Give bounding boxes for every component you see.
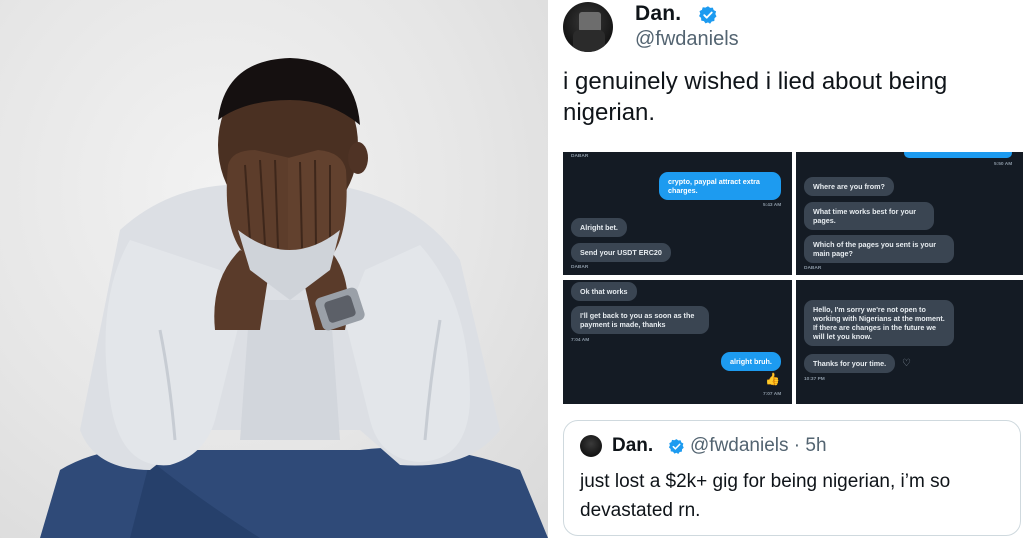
dm-bubble-incoming: Alright bet.: [571, 218, 627, 237]
dm-screenshot-1[interactable]: DABAR crypto, paypal attract extra charg…: [563, 152, 792, 275]
avatar-image: [573, 12, 605, 52]
dm-bubble-incoming: Hello, I'm sorry we're not open to worki…: [804, 300, 954, 346]
dm-label: DABAR: [804, 266, 822, 271]
quoted-author-display-name: Dan.: [612, 435, 654, 456]
dm-screenshot-3[interactable]: Ok that works I'll get back to you as so…: [563, 280, 792, 404]
dm-timestamp: 7:07 AM: [763, 392, 782, 397]
quoted-author-handle-time: @fwdaniels · 5h: [690, 435, 827, 456]
author-display-name[interactable]: Dan.: [635, 2, 681, 26]
dm-screenshot-2[interactable]: 5:50 AM Where are you from? What time wo…: [796, 152, 1023, 275]
dm-screenshot-grid[interactable]: DABAR crypto, paypal attract extra charg…: [563, 152, 1023, 404]
dm-timestamp: 5:50 AM: [994, 162, 1013, 167]
dm-timestamp: 5:43 AM: [763, 203, 782, 208]
heart-reaction-icon[interactable]: ♡: [902, 358, 911, 369]
man-illustration: [40, 58, 548, 538]
dm-bubble-outgoing: crypto, paypal attract extra charges.: [659, 172, 781, 200]
verified-badge-icon: [699, 6, 717, 24]
dm-bubble-incoming: Send your USDT ERC20: [571, 243, 671, 262]
dm-bubble-incoming: What time works best for your pages.: [804, 202, 934, 230]
dm-label: DABAR: [571, 154, 589, 159]
quoted-author-avatar: [580, 435, 602, 457]
dm-screenshot-4[interactable]: Hello, I'm sorry we're not open to worki…: [796, 280, 1023, 404]
thumbs-up-reaction-icon: 👍: [765, 372, 780, 386]
author-avatar[interactable]: [563, 2, 613, 52]
quoted-tweet-text: just lost a $2k+ gig for being nigerian,…: [580, 471, 951, 521]
dm-label: DABAR: [571, 265, 589, 270]
distressed-man-photo: [0, 0, 548, 538]
tweet-body-text: i genuinely wished i lied about being ni…: [563, 68, 948, 126]
dm-timestamp: 10:37 PM: [804, 377, 825, 382]
dm-timestamp: 7:04 AM: [571, 338, 590, 343]
dm-bubble-incoming: Where are you from?: [804, 177, 894, 196]
dm-bubble-outgoing-cropped: [904, 152, 1012, 158]
quoted-tweet[interactable]: Dan. @fwdaniels · 5h just lost a $2k+ gi…: [563, 420, 1021, 536]
tweet-card: Dan. @fwdaniels i genuinely wished i lie…: [548, 0, 1024, 538]
verified-badge-icon: [668, 439, 684, 454]
dm-bubble-outgoing: alright bruh.: [721, 352, 781, 371]
dm-bubble-incoming: Which of the pages you sent is your main…: [804, 235, 954, 263]
author-handle[interactable]: @fwdaniels: [635, 28, 739, 51]
dm-bubble-incoming: Ok that works: [571, 282, 637, 301]
dm-bubble-incoming: Thanks for your time.: [804, 354, 896, 373]
dm-bubble-incoming: I'll get back to you as soon as the paym…: [571, 306, 709, 334]
